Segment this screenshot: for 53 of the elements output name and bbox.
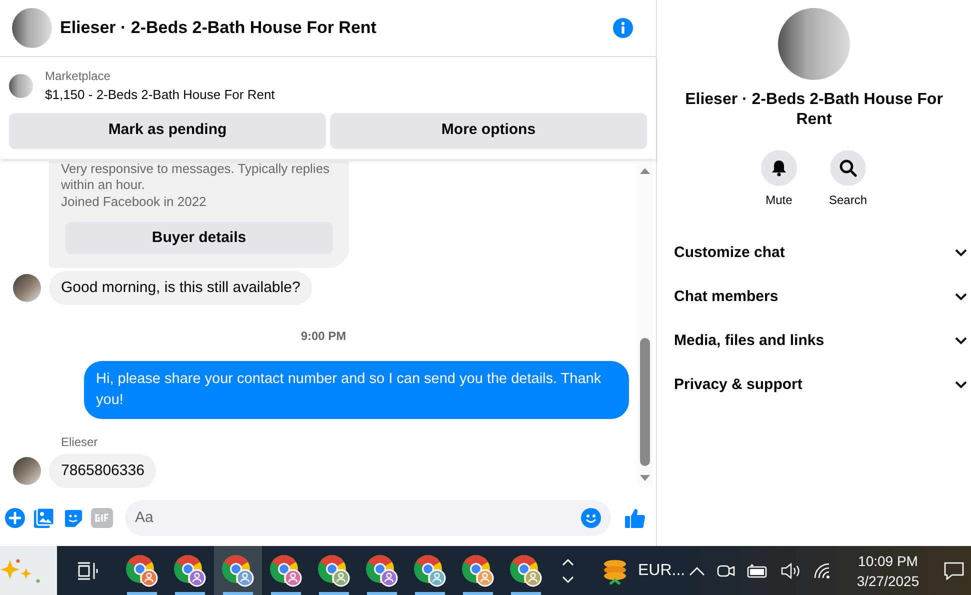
avatar [13,457,41,485]
plus-icon[interactable] [5,508,25,528]
emoji-icon[interactable] [581,508,601,528]
photo-icon[interactable] [33,507,55,529]
section-row[interactable]: Privacy & support [657,363,971,407]
camera-icon[interactable] [717,562,735,578]
clock[interactable]: 10:09 PM 3/27/2025 [853,550,923,590]
task-view-icon[interactable] [76,560,98,580]
browser-taskbar-button[interactable] [214,546,262,595]
widget-label[interactable]: EUR... [638,558,686,582]
notification-icon[interactable] [943,560,965,580]
message-bubble: 7865806336 [49,454,156,488]
sticker-icon[interactable] [63,508,83,528]
speaker-icon[interactable] [781,562,801,578]
buyer-details-button[interactable]: Buyer details [65,222,333,254]
action-button[interactable]: More options [330,112,647,148]
section-row[interactable]: Chat members [657,275,971,319]
button-label: Search [828,192,868,209]
section-row[interactable]: Media, files and links [657,319,971,363]
bell-icon [770,159,788,177]
chat-title: Elieser · 2-Beds 2-Bath House For Rent [684,90,944,130]
button-label: Mute [766,192,792,209]
chevron-up-icon[interactable] [689,566,705,576]
search-icon [839,159,857,177]
action-button[interactable]: Mark as pending [9,112,326,148]
chevron-down-icon [955,293,967,301]
chevron-down-icon [955,381,967,389]
avatar [13,274,41,302]
section-row[interactable]: Customize chat [657,231,971,275]
battery-icon [747,564,769,578]
listing-title: $1,150 - 2-Beds 2-Bath House For Rent [45,86,275,104]
card-text: Joined Facebook in 2022 [61,194,208,210]
sender-name: Elieser [61,434,99,451]
message-bubble: Hi, please share your contact number and so I can send you the details. Thank you! [84,361,629,419]
composer-bar[interactable]: Aa [125,500,611,536]
card-text: within an hour. [61,177,146,194]
listing-thumbnail [9,74,33,98]
search-button[interactable] [830,150,866,186]
message-bubble: Good morning, is this still available? [49,271,312,305]
listing-source: Marketplace [45,68,112,85]
scrollbar-thumb[interactable] [640,338,650,466]
listing-photo [12,8,52,48]
info-icon[interactable] [612,17,634,39]
scroll-up-icon[interactable] [639,166,651,174]
card-text: Very responsive to messages. Typically replies [61,160,331,177]
timestamp: 9:00 PM [300,328,346,345]
chat-title: Elieser · 2-Beds 2-Bath House For Rent [60,17,378,40]
chevron-down-icon [955,249,967,257]
message-input[interactable]: Aa [135,506,581,530]
thumbs-up-icon[interactable] [624,507,646,529]
bell-button[interactable] [760,150,797,186]
chevron-down-icon [955,337,967,345]
scroll-down-icon[interactable] [639,474,651,482]
